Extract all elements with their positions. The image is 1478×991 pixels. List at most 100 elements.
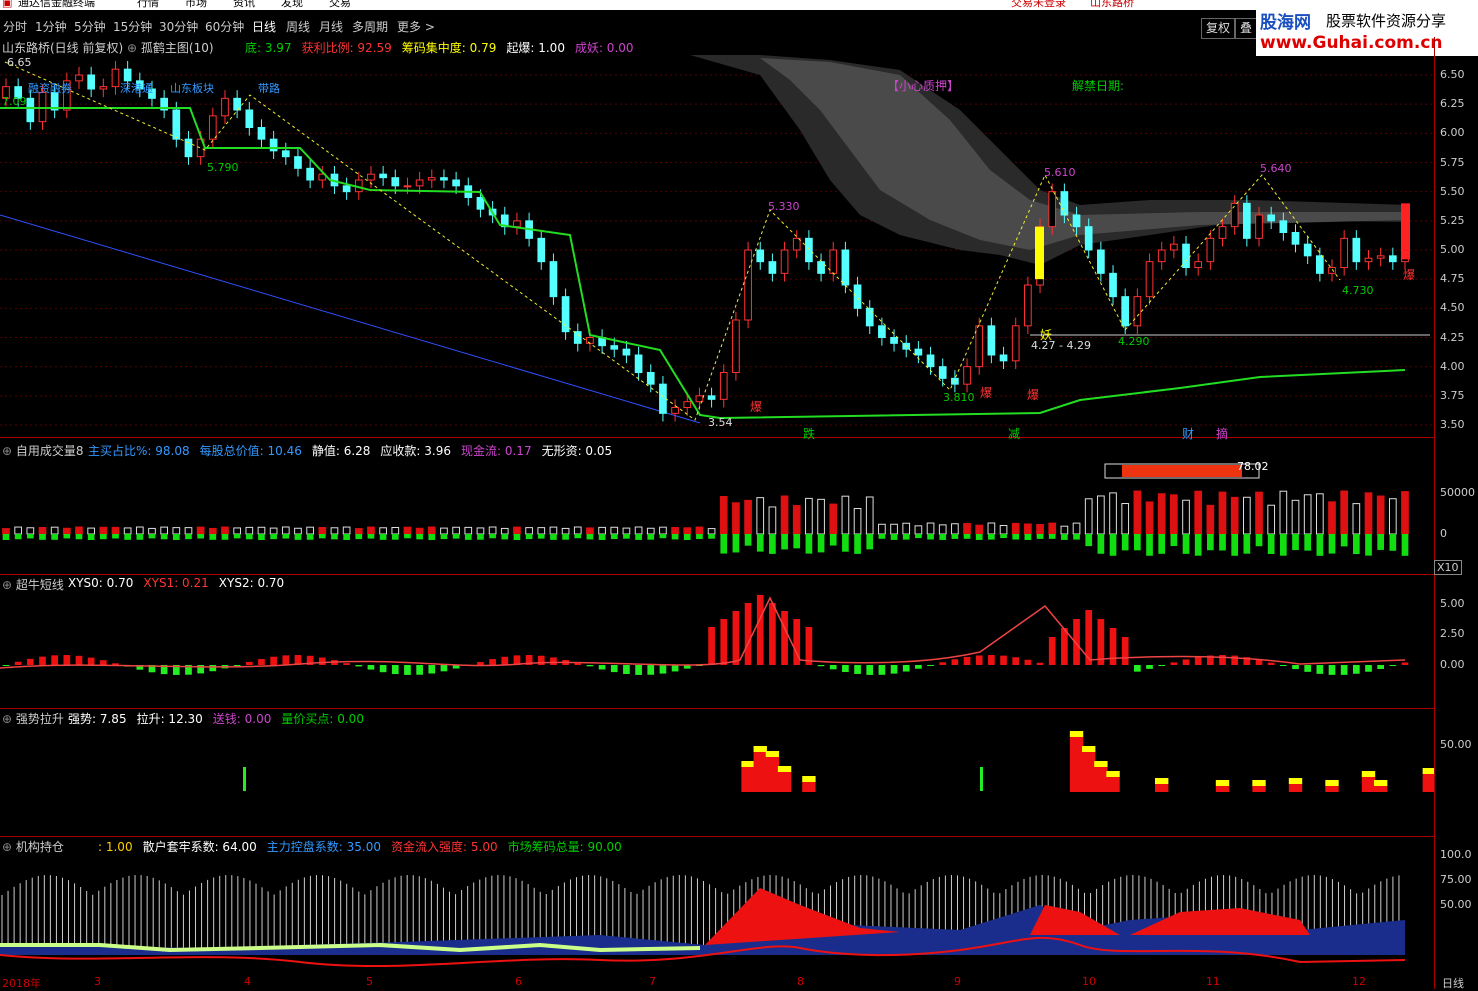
strong-tick-0: 50.00 — [1440, 738, 1472, 751]
vol-toggle-icon[interactable]: ⊕ — [2, 444, 12, 458]
candle-body-24 — [294, 156, 302, 169]
vol-bar-107 — [1303, 494, 1312, 535]
vol-bar-77 — [938, 524, 947, 535]
candle-body-113 — [1376, 255, 1385, 259]
concept-sector: 山东板块 — [170, 82, 214, 95]
candle-body-52 — [634, 354, 643, 373]
vol-bar-42 — [513, 526, 521, 535]
vol-bar-37 — [452, 526, 460, 535]
vol-bar-97 — [1182, 499, 1190, 535]
vol-neg-bar-90 — [1097, 534, 1105, 554]
vol-bar-65 — [792, 505, 801, 535]
short-bar-39 — [477, 662, 484, 665]
candle-body-32 — [391, 177, 400, 187]
short-bar-34 — [416, 665, 423, 675]
candle-body-45 — [549, 261, 558, 298]
candle-body-79 — [963, 366, 971, 385]
main-panel-header: 山东路桥(日线 前复权) ⊕ 孤鹤主图(10) — [2, 39, 214, 56]
vol-bar-25 — [306, 526, 314, 535]
candle-body-63 — [768, 261, 777, 274]
candle-body-75 — [914, 348, 923, 356]
price-tick-6: 5.00 — [1440, 243, 1465, 256]
short-bar-66 — [805, 627, 813, 665]
vol-neg-bar-28 — [343, 534, 350, 540]
price-tick-3: 5.75 — [1440, 155, 1465, 169]
event-finance: 财 — [1182, 427, 1195, 441]
main-indicator-values: 底: 3.97 获利比例: 92.59 筹码集中度: 0.79 起爆: 1.00 成妖:… — [245, 39, 644, 56]
short-bar-21 — [258, 658, 265, 665]
strong-toggle-icon[interactable]: ⊕ — [2, 712, 12, 726]
date-tick-9: 11 — [1206, 975, 1220, 988]
short-bar-58 — [708, 627, 715, 665]
unlock-date-label: 解禁日期: — [1072, 79, 1125, 93]
inst-toggle-icon[interactable]: ⊕ — [2, 840, 12, 854]
vol-neg-bar-17 — [209, 534, 217, 540]
main-indicator[interactable]: 孤鹤主图(10) — [141, 41, 214, 55]
short-bar-97 — [1182, 659, 1190, 665]
top-high-label: 6.65 — [7, 56, 32, 69]
short-bar-108 — [1316, 665, 1324, 674]
monster-mark: 妖 — [1040, 328, 1053, 342]
short-signal-line — [0, 596, 1406, 669]
event-delist: 摘 — [1216, 427, 1229, 441]
candle-body-80 — [975, 325, 984, 368]
strong-cap-15 — [1373, 780, 1388, 786]
candle-body-99 — [1206, 237, 1215, 263]
vol-neg-bar-99 — [1207, 534, 1214, 551]
vol-bar-72 — [878, 523, 886, 535]
mid-low-label: 5.790 — [207, 161, 239, 174]
inst-title[interactable]: 机构持仓 — [16, 840, 64, 854]
short-bar-84 — [1024, 659, 1032, 665]
vol-bar-88 — [1072, 522, 1081, 535]
vol-neg-bar-0 — [2, 534, 10, 540]
vol-bar-38 — [464, 526, 473, 535]
vol-bar-30 — [367, 526, 375, 535]
vol-bar-115 — [1401, 491, 1409, 535]
vol-bar-83 — [1011, 522, 1020, 535]
candle-body-110 — [1340, 237, 1349, 268]
inst-tick-0: 100.0 — [1440, 848, 1472, 861]
vol-neg-bar-8 — [99, 534, 107, 540]
vol-bar-5 — [62, 527, 71, 535]
vol-bar-79 — [963, 523, 971, 535]
candle-body-91 — [1109, 272, 1117, 298]
strong-bar-2 — [765, 757, 780, 792]
short-title[interactable]: 超牛短线 — [16, 578, 64, 592]
short-bar-63 — [769, 603, 776, 665]
inst-item-3: 资金流入强度: 5.00 — [391, 840, 498, 854]
strong-cap-9 — [1155, 778, 1169, 784]
vol-bar-26 — [318, 527, 327, 535]
vol-neg-bar-52 — [635, 534, 642, 540]
vol-neg-bar-108 — [1316, 534, 1324, 556]
vol-bar-6 — [75, 526, 83, 535]
vol-item-3: 应收款: 3.96 — [380, 444, 451, 458]
price-tick-5: 5.25 — [1440, 213, 1465, 227]
vol-bar-85 — [1036, 524, 1044, 535]
short-bar-78 — [951, 659, 959, 665]
short-toggle-icon[interactable]: ⊕ — [2, 578, 12, 592]
vol-neg-bar-70 — [854, 534, 861, 554]
candle-body-56 — [683, 401, 692, 408]
vol-bar-74 — [902, 522, 911, 535]
vol-title[interactable]: 自用成交量8 — [16, 444, 84, 458]
vol-neg-bar-37 — [452, 534, 460, 539]
short-bar-71 — [866, 665, 874, 675]
vol-unit: X10 — [1434, 560, 1462, 575]
event-fall: 跌 — [803, 427, 816, 441]
short-bar-36 — [440, 665, 448, 672]
short-item-1: XYS1: 0.21 — [143, 576, 209, 590]
vol-neg-bar-32 — [391, 534, 399, 540]
vol-bar-61 — [744, 499, 752, 535]
vol-box-fill — [1122, 465, 1242, 477]
short-bar-19 — [233, 665, 241, 666]
short-bar-79 — [963, 656, 971, 665]
vol-neg-bar-6 — [75, 534, 83, 540]
vol-neg-bar-94 — [1146, 534, 1153, 556]
vol-panel-header: ⊕ 自用成交量8 — [2, 442, 84, 459]
vol-bar-78 — [951, 523, 959, 535]
indicator-toggle-icon[interactable]: ⊕ — [127, 41, 137, 55]
candle-body-103 — [1255, 214, 1263, 239]
vol-neg-bar-13 — [160, 534, 168, 540]
short-bar-30 — [367, 665, 375, 670]
strong-title[interactable]: 强势拉升 — [16, 712, 64, 726]
